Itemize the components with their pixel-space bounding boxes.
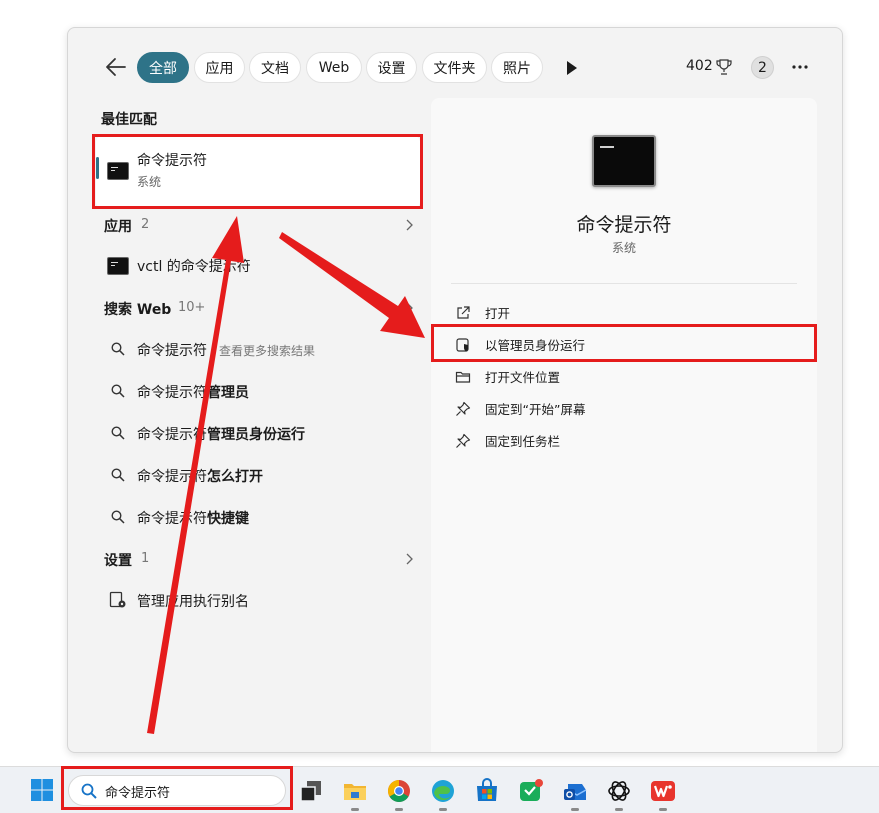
pin-icon <box>456 433 471 448</box>
search-panel: 全部 应用 文档 Web 设置 文件夹 照片 402 2 最佳匹配 命令提示符 … <box>67 27 843 753</box>
running-indicator <box>351 808 359 811</box>
web-result-query: 命令提示符 <box>137 469 207 485</box>
settings-heading[interactable]: 设置 <box>104 550 132 570</box>
app-alias-settings-icon <box>109 591 126 608</box>
settings-count: 1 <box>141 551 150 566</box>
web-result-suffix: 怎么打开 <box>207 469 263 485</box>
action-label: 固定到任务栏 <box>485 434 561 449</box>
search-icon <box>111 426 125 440</box>
running-indicator <box>395 808 403 811</box>
search-icon <box>111 384 125 398</box>
filter-tab-apps[interactable]: 应用 <box>194 52 245 83</box>
settings-result-item[interactable]: 管理应用执行别名 <box>137 591 249 611</box>
app-result-item[interactable]: vctl 的命令提示符 <box>137 256 251 276</box>
trophy-icon[interactable] <box>716 58 732 76</box>
action-pin-to-taskbar[interactable]: 固定到任务栏 <box>455 431 560 450</box>
running-indicator <box>659 808 667 811</box>
web-result-suffix: 管理员身份运行 <box>207 427 305 443</box>
wechat-work-icon[interactable] <box>518 778 544 804</box>
search-icon <box>81 783 97 799</box>
best-match-title: 命令提示符 <box>137 153 207 169</box>
wps-office-icon[interactable] <box>650 778 676 804</box>
divider <box>451 283 797 284</box>
shield-icon <box>456 337 469 352</box>
running-indicator <box>571 808 579 811</box>
detail-pane: 命令提示符 系统 打开 以管理员身份运行 打开文件位置 固定到“开始”屏幕 固定… <box>431 98 817 752</box>
action-run-as-admin[interactable]: 以管理员身份运行 <box>455 335 585 354</box>
back-arrow-icon[interactable] <box>104 56 128 78</box>
action-label: 固定到“开始”屏幕 <box>485 402 586 417</box>
web-result-query: 命令提示符 <box>137 427 207 443</box>
action-open-file-location[interactable]: 打开文件位置 <box>455 367 560 386</box>
taskbar-search-text[interactable]: 命令提示符 <box>105 782 170 801</box>
folder-icon <box>455 371 471 383</box>
chevron-right-icon[interactable] <box>404 219 414 231</box>
apps-heading[interactable]: 应用 <box>104 216 132 236</box>
file-explorer-icon[interactable] <box>342 778 368 804</box>
edge-browser-icon[interactable] <box>430 778 456 804</box>
filter-tab-folders[interactable]: 文件夹 <box>422 52 487 83</box>
taskbar: 命令提示符 <box>0 766 879 813</box>
web-result-query: 命令提示符 <box>137 511 207 527</box>
action-open[interactable]: 打开 <box>455 303 510 322</box>
best-match-subtitle: 系统 <box>137 175 162 189</box>
outlook-mail-icon[interactable] <box>562 778 588 804</box>
command-prompt-icon <box>107 257 129 275</box>
action-label: 以管理员身份运行 <box>485 338 586 353</box>
chevron-right-icon[interactable] <box>404 302 414 314</box>
best-match-item[interactable] <box>96 136 420 208</box>
web-result-suffix: 快捷键 <box>207 511 249 527</box>
action-pin-to-start[interactable]: 固定到“开始”屏幕 <box>455 399 585 418</box>
pin-icon <box>456 401 471 416</box>
filter-tab-web[interactable]: Web <box>306 52 362 83</box>
filter-tab-all[interactable]: 全部 <box>137 52 189 83</box>
notification-count-badge[interactable]: 2 <box>751 56 774 79</box>
command-prompt-icon <box>107 162 129 180</box>
selection-accent-bar <box>96 157 99 179</box>
open-external-icon <box>457 305 470 319</box>
action-label: 打开文件位置 <box>485 370 561 385</box>
search-web-heading[interactable]: 搜索 Web <box>104 299 171 319</box>
rewards-points: 402 <box>686 58 713 74</box>
search-icon <box>111 342 125 356</box>
running-indicator <box>439 808 447 811</box>
detail-title: 命令提示符 <box>576 214 672 236</box>
search-icon <box>111 510 125 524</box>
filter-tab-settings[interactable]: 设置 <box>366 52 417 83</box>
windows-start-icon[interactable] <box>30 778 54 802</box>
web-result-suffix: 管理员 <box>207 385 249 401</box>
web-result-query: 命令提示符 <box>137 385 207 401</box>
apps-count: 2 <box>141 217 150 232</box>
search-icon <box>111 468 125 482</box>
filter-tab-photos[interactable]: 照片 <box>491 52 543 83</box>
chevron-right-icon[interactable] <box>404 553 414 565</box>
web-results-count: 10+ <box>178 300 206 315</box>
taskbar-search-box[interactable]: 命令提示符 <box>68 775 286 806</box>
filter-tab-documents[interactable]: 文档 <box>249 52 301 83</box>
best-match-heading: 最佳匹配 <box>101 112 157 128</box>
more-options-icon[interactable] <box>791 64 809 70</box>
detail-subtitle: 系统 <box>611 241 636 255</box>
task-view-icon[interactable] <box>298 778 324 804</box>
chrome-icon[interactable] <box>386 778 412 804</box>
web-result-hint: - 查看更多搜索结果 <box>207 344 315 358</box>
action-label: 打开 <box>485 306 511 321</box>
web-result-query: 命令提示符 <box>137 343 207 359</box>
microsoft-store-icon[interactable] <box>474 778 500 804</box>
running-indicator <box>615 808 623 811</box>
command-prompt-large-icon <box>592 135 656 187</box>
play-more-filters-icon[interactable] <box>565 60 579 76</box>
chatgpt-icon[interactable] <box>606 778 632 804</box>
